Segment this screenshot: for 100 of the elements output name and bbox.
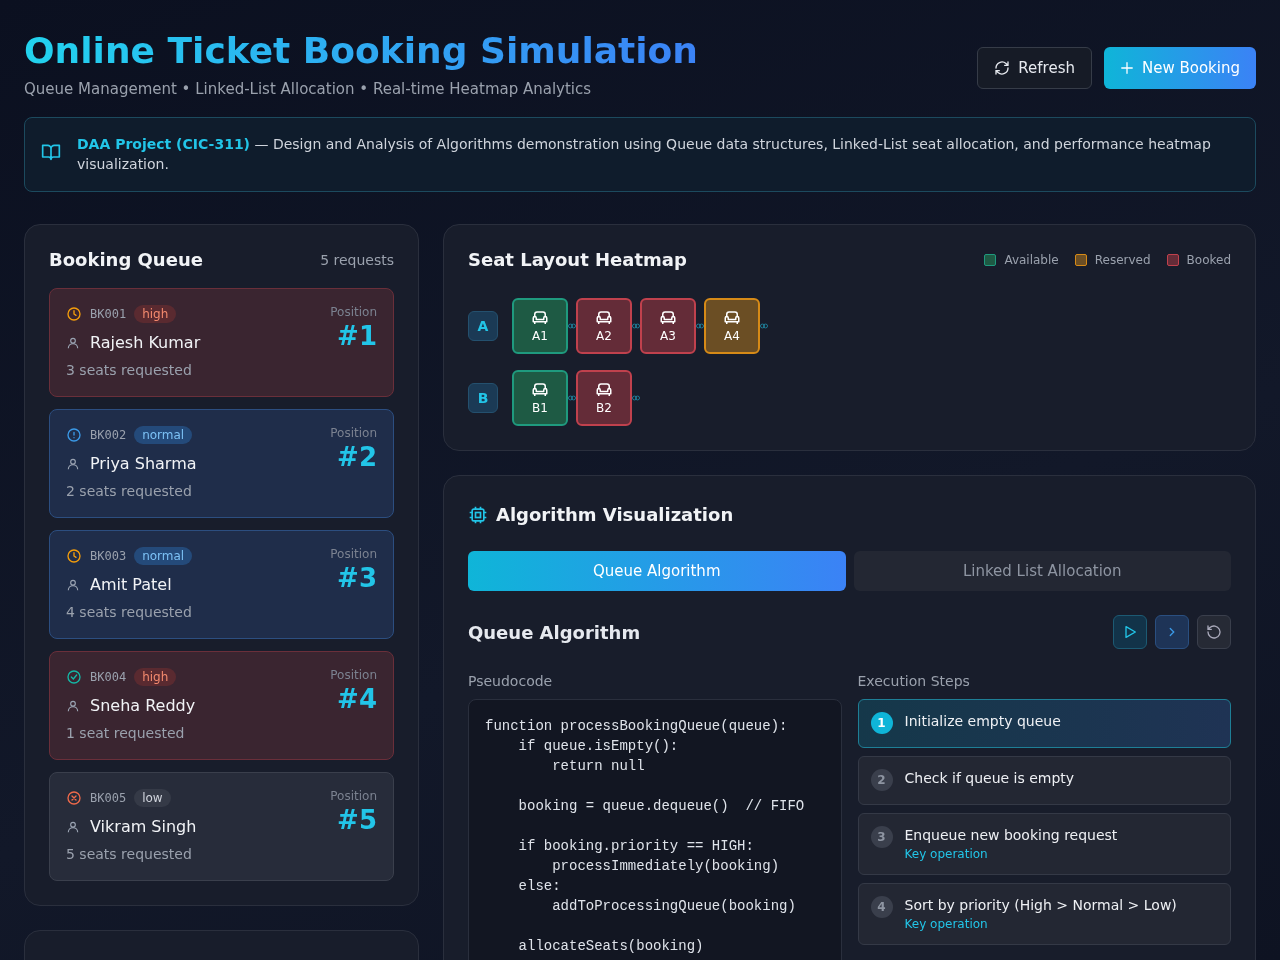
step-item[interactable]: 3 Enqueue new booking request Key operation	[857, 813, 1231, 875]
step-note: Key operation	[904, 917, 989, 931]
priority-tag: normal	[134, 547, 193, 565]
check-icon	[66, 669, 82, 685]
legend-swatch	[1074, 253, 1087, 266]
legend-label: Booked	[1186, 252, 1231, 267]
legend-swatch	[984, 253, 997, 266]
step-item[interactable]: 2 Check if queue is empty	[857, 756, 1231, 805]
customer-name: Rajesh Kumar	[90, 333, 201, 352]
seat[interactable]: A2	[576, 298, 632, 354]
column-label: Execution Steps	[857, 673, 971, 689]
seat-icon	[659, 309, 677, 326]
seat[interactable]: B2	[576, 370, 632, 426]
seat-icon	[595, 381, 613, 398]
priority-tag: low	[134, 789, 171, 807]
column-label: Pseudocode	[468, 673, 554, 689]
priority-tag: normal	[134, 426, 193, 444]
customer-name: Sneha Reddy	[90, 696, 196, 715]
refresh-button[interactable]: Refresh	[977, 47, 1092, 89]
link-icon	[760, 323, 768, 329]
person-icon	[66, 577, 80, 592]
booking-id: BK005	[90, 791, 127, 805]
panel-title: Seat Layout Heatmap	[468, 249, 687, 270]
person-icon	[66, 335, 80, 350]
booking-id: BK002	[90, 428, 127, 442]
code-block: function processBookingQueue(queue): if queue.isEmpty(): return null booking = queue.dequeue() // FIFO if booking.priority == HIGH: processImmediately(booking) else: addToProcessingQueue(booking) allocateSeats(booking)	[468, 699, 842, 960]
legend-label: Available	[1004, 252, 1059, 267]
banner-text: DAA Project (CIC-311) — Design and Analysis of Algorithms demonstration using Queue data structures, Linked-List seat allocation, and performance heatmap visualization.	[77, 135, 1212, 174]
customer-name: Amit Patel	[90, 575, 172, 594]
booking-card[interactable]: BK003 normal Amit Patel 4 seats requested Position #3	[49, 530, 394, 639]
panel-title: Algorithm Visualization	[496, 504, 734, 525]
step-item[interactable]: 1 Initialize empty queue	[857, 699, 1231, 748]
queue-position: #1	[337, 321, 377, 351]
seat[interactable]: A3	[640, 298, 696, 354]
position-label: Position	[330, 426, 377, 440]
refresh-icon	[994, 60, 1011, 76]
row-label: B	[468, 383, 498, 413]
priority-tag: high	[134, 668, 177, 686]
step-number: 2	[870, 769, 893, 791]
play-button[interactable]	[1113, 615, 1147, 649]
seat-count: 5 seats requested	[66, 846, 193, 862]
plus-icon	[1120, 61, 1134, 75]
chip-icon	[468, 504, 488, 525]
step-number: 1	[870, 712, 893, 734]
seat-icon	[531, 309, 549, 326]
link-icon	[632, 395, 640, 401]
clock-icon	[66, 306, 82, 322]
seat[interactable]: A4	[704, 298, 760, 354]
step-number: 4	[870, 896, 893, 918]
request-count: 5 requests	[320, 251, 394, 268]
person-icon	[66, 819, 80, 834]
booking-card[interactable]: BK002 normal Priya Sharma 2 seats requested Position #2	[49, 409, 394, 518]
cross-icon	[66, 790, 82, 806]
section-title: Queue Algorithm	[468, 621, 641, 643]
step-label: Check if queue is empty	[904, 770, 1075, 786]
seat-count: 3 seats requested	[66, 362, 193, 378]
reset-icon	[1206, 624, 1222, 640]
queue-position: #2	[337, 442, 377, 472]
seat-icon	[595, 309, 613, 326]
seat-count: 1 seat requested	[66, 725, 186, 741]
step-label: Enqueue new booking request	[904, 827, 1118, 843]
play-icon	[1122, 624, 1138, 640]
step-note: Key operation	[904, 847, 989, 861]
booking-card[interactable]: BK001 high Rajesh Kumar 3 seats requested Position #1	[49, 288, 394, 397]
position-label: Position	[330, 668, 377, 682]
panel-title: Booking Queue	[49, 249, 203, 270]
booking-id: BK003	[90, 549, 127, 563]
link-icon	[632, 323, 640, 329]
tab[interactable]: Linked List Allocation	[853, 551, 1231, 591]
link-icon	[568, 323, 576, 329]
position-label: Position	[330, 547, 377, 561]
priority-tag: high	[134, 305, 177, 323]
page-subtitle: Queue Management • Linked-List Allocation • Real-time Heatmap Analytics	[24, 80, 593, 98]
queue-position: #4	[337, 684, 377, 714]
step-label: Initialize empty queue	[904, 713, 1061, 729]
booking-card[interactable]: BK004 high Sneha Reddy 1 seat requested Position #4	[49, 651, 394, 760]
step-label: Sort by priority (High > Normal > Low)	[904, 897, 1177, 913]
clock-icon	[66, 548, 82, 564]
booking-card[interactable]: BK005 low Vikram Singh 5 seats requested Position #5	[49, 772, 394, 881]
seat[interactable]: B1	[512, 370, 568, 426]
step-number: 3	[870, 826, 893, 848]
position-label: Position	[330, 305, 377, 319]
booking-id: BK001	[90, 307, 127, 321]
info-icon	[66, 427, 82, 443]
reset-button[interactable]	[1197, 615, 1231, 649]
seat-icon	[723, 309, 741, 326]
queue-position: #5	[337, 805, 377, 835]
customer-name: Priya Sharma	[90, 454, 197, 473]
person-icon	[66, 698, 80, 713]
seat-count: 2 seats requested	[66, 483, 193, 499]
person-icon	[66, 456, 80, 471]
position-label: Position	[330, 789, 377, 803]
customer-name: Vikram Singh	[90, 817, 197, 836]
link-icon	[696, 323, 704, 329]
book-icon	[41, 142, 61, 162]
row-label: A	[468, 311, 498, 341]
queue-position: #3	[337, 563, 377, 593]
seat[interactable]: A1	[512, 298, 568, 354]
step-item[interactable]: 4 Sort by priority (High > Normal > Low) Key operation	[857, 883, 1231, 945]
legend-swatch	[1166, 253, 1179, 266]
